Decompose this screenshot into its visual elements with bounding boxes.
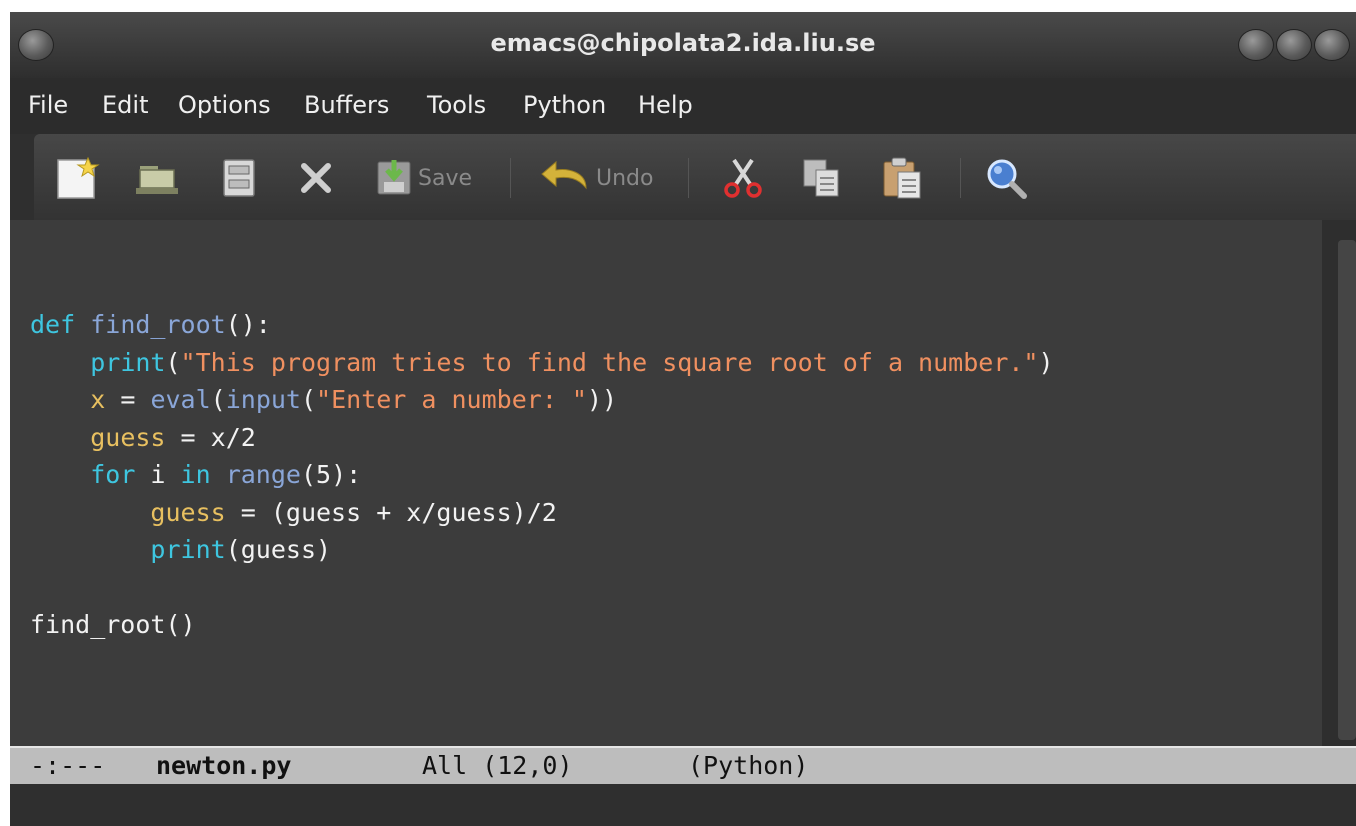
modeline-major-mode[interactable]: (Python) bbox=[688, 751, 808, 780]
code-editor[interactable]: def find_root(): print("This program tri… bbox=[10, 220, 1322, 746]
window-title: emacs@chipolata2.ida.liu.se bbox=[490, 29, 876, 57]
save-icon bbox=[377, 160, 411, 195]
code-line: print(guess) bbox=[150, 535, 332, 564]
toolbar-separator bbox=[960, 158, 961, 198]
code-line: find_root() bbox=[30, 610, 196, 639]
new-file-button[interactable] bbox=[54, 156, 100, 200]
menu-bar: File Edit Options Buffers Tools Python H… bbox=[10, 78, 1356, 134]
mode-line: -:--- newton.py All (12,0) (Python) bbox=[10, 746, 1356, 784]
open-directory-icon bbox=[223, 159, 255, 197]
undo-icon bbox=[541, 160, 587, 190]
menu-file[interactable]: File bbox=[28, 91, 68, 119]
emacs-window: emacs@chipolata2.ida.liu.se File Edit Op… bbox=[10, 12, 1356, 826]
modeline-status: -:--- bbox=[30, 751, 106, 780]
code-line: def find_root(): bbox=[30, 310, 271, 339]
menu-tools[interactable]: Tools bbox=[427, 91, 486, 119]
modeline-position: All (12,0) bbox=[422, 751, 573, 780]
undo-label: Undo bbox=[596, 165, 654, 191]
modeline-buffer-name[interactable]: newton.py bbox=[156, 751, 291, 780]
open-folder-button[interactable] bbox=[134, 156, 180, 200]
cut-icon bbox=[724, 158, 762, 198]
title-bar[interactable]: emacs@chipolata2.ida.liu.se bbox=[10, 12, 1356, 78]
close-window-button[interactable] bbox=[1314, 29, 1350, 61]
save-label: Save bbox=[418, 165, 473, 191]
toolbar-separator bbox=[688, 158, 689, 198]
tool-bar: Save Undo bbox=[34, 134, 1356, 220]
code-line: guess = x/2 bbox=[90, 422, 256, 452]
code-text: def find_root(): print("This program tri… bbox=[30, 306, 1054, 644]
paste-icon bbox=[883, 157, 921, 199]
code-line: print("This program tries to find the sq… bbox=[90, 347, 1054, 377]
new-file-icon bbox=[57, 156, 100, 199]
code-line: for i in range(5): bbox=[90, 460, 362, 489]
maximize-button[interactable] bbox=[1276, 29, 1312, 61]
search-button[interactable] bbox=[982, 156, 1032, 200]
vertical-scrollbar[interactable] bbox=[1322, 220, 1356, 746]
open-directory-button[interactable] bbox=[216, 156, 262, 200]
save-button[interactable]: Save bbox=[374, 156, 472, 200]
menu-help[interactable]: Help bbox=[638, 91, 693, 119]
undo-button[interactable]: Undo bbox=[538, 156, 653, 200]
minibuffer[interactable] bbox=[10, 784, 1356, 826]
open-folder-icon bbox=[136, 166, 178, 194]
close-icon bbox=[301, 163, 331, 193]
copy-button[interactable] bbox=[800, 156, 846, 200]
close-buffer-button[interactable] bbox=[294, 156, 340, 200]
cut-button[interactable] bbox=[720, 156, 766, 200]
menu-buffers[interactable]: Buffers bbox=[304, 91, 389, 119]
code-line: guess = (guess + x/guess)/2 bbox=[150, 497, 557, 527]
menu-edit[interactable]: Edit bbox=[102, 91, 148, 119]
code-line: x = eval(input("Enter a number: ")) bbox=[90, 385, 618, 414]
paste-button[interactable] bbox=[880, 156, 926, 200]
scrollbar-thumb[interactable] bbox=[1338, 240, 1356, 740]
minimize-button[interactable] bbox=[1238, 29, 1274, 61]
menu-python[interactable]: Python bbox=[523, 91, 606, 119]
search-icon bbox=[987, 159, 1027, 199]
copy-icon bbox=[803, 159, 839, 197]
toolbar-separator bbox=[510, 158, 511, 198]
menu-options[interactable]: Options bbox=[178, 91, 271, 119]
